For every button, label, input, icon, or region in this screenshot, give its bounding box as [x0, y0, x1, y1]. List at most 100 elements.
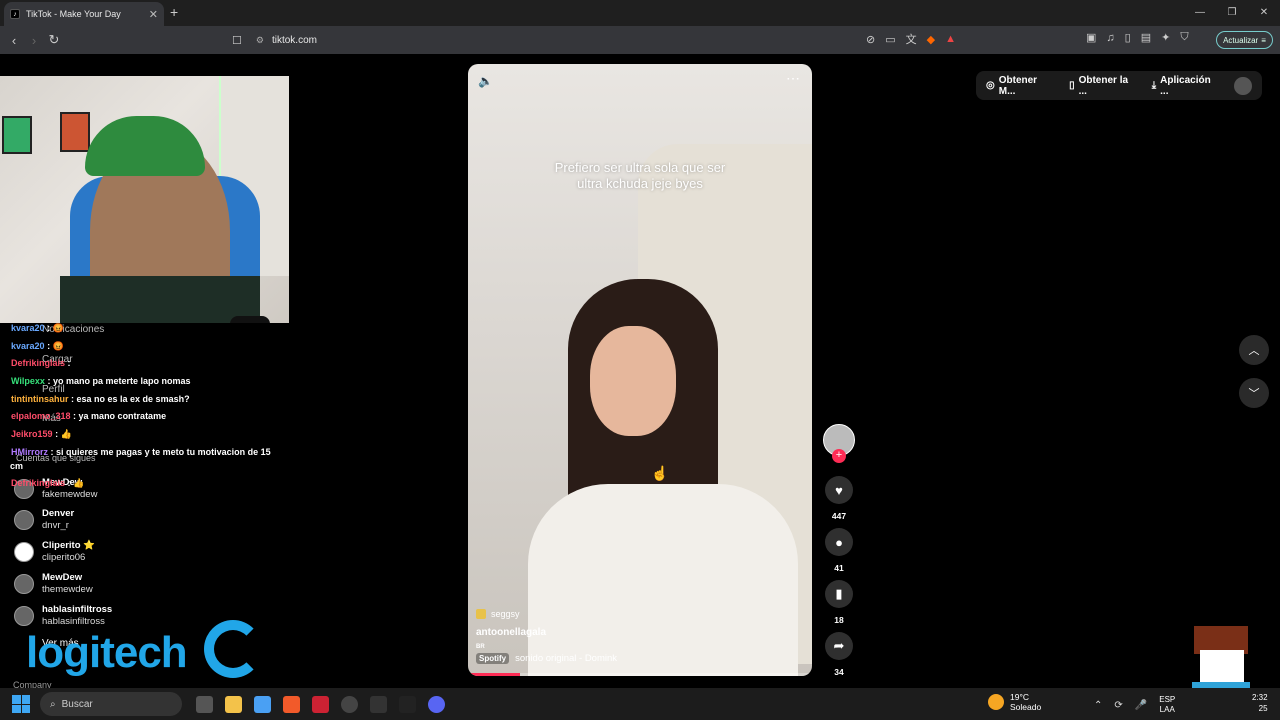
capcut-icon[interactable] — [370, 695, 387, 713]
chat-text: : — [67, 358, 71, 368]
chat-user: Defrikinglais — [11, 478, 66, 488]
site-info-icon[interactable]: ⚙ — [256, 35, 264, 46]
cast-icon[interactable]: ▭ — [885, 33, 895, 46]
following-handle: hablasinfiltross — [42, 616, 105, 627]
url-text[interactable]: tiktok.com — [272, 35, 317, 46]
chat-user: tintintinsahur — [11, 394, 69, 404]
region-badge: BR — [476, 644, 485, 650]
video-progress-bar[interactable] — [468, 673, 812, 676]
logitech-logo: logitech — [26, 628, 188, 677]
top-actions: ◎ Obtener M... ▯ Obtener la ... ⤓ Aplicació… — [976, 71, 1262, 100]
sun-icon — [988, 694, 1004, 710]
tiktok-favicon-icon: ♪ — [10, 9, 20, 19]
brave-shield-icon[interactable]: ◆ — [927, 33, 935, 46]
tag-label: seggsy — [491, 609, 520, 619]
tab-tiktok[interactable]: ♪ TikTok - Make Your Day ✕ — [4, 2, 164, 26]
discord-icon[interactable] — [428, 695, 445, 713]
brave-icon[interactable] — [283, 695, 300, 713]
sound-title[interactable]: sonido original - Domink — [515, 653, 617, 664]
following-item[interactable]: MewDew themewdew — [14, 572, 93, 596]
sidebar-icon[interactable]: ▯ — [1125, 31, 1131, 44]
chevron-up-icon[interactable]: ⌃ — [1094, 700, 1102, 711]
task-view-icon[interactable] — [196, 695, 213, 713]
chat-text: : esa no es la ex de smash? — [71, 394, 190, 404]
weather-widget[interactable]: 19°C Soleado — [988, 692, 1041, 712]
eye-off-icon[interactable]: ⊘ — [866, 33, 875, 46]
brave-rewards-icon[interactable]: ▲ — [945, 33, 956, 45]
new-tab-button[interactable]: + — [170, 4, 178, 20]
obs-icon[interactable] — [341, 695, 358, 713]
leo-ai-icon[interactable]: ✦ — [1161, 31, 1170, 44]
chat-text: : 😡 — [47, 323, 64, 333]
streamer-shirt — [60, 276, 260, 323]
back-icon[interactable]: ‹ — [4, 33, 24, 48]
language-indicator[interactable]: ESP LAA — [1159, 695, 1175, 715]
green-cap — [85, 116, 205, 176]
clock-time: 2:32 — [1252, 693, 1268, 702]
minimize-button[interactable]: — — [1184, 0, 1216, 26]
desktop-app-label: Aplicación ... — [1160, 74, 1211, 97]
video-sound[interactable]: Spotify sonido original - Domink — [476, 653, 617, 664]
close-window-button[interactable]: ✕ — [1248, 0, 1280, 26]
save-button[interactable]: ▮ — [825, 580, 853, 608]
taskbar-clock[interactable]: 2:32 25 — [1252, 692, 1268, 714]
system-tray: ⌃ ⟳ 🎤 ESP LAA — [1094, 695, 1175, 715]
video-tag[interactable]: seggsy — [476, 609, 617, 619]
bookmark-icon[interactable]: ☐ — [232, 34, 242, 47]
logitech-ghub-icon[interactable] — [399, 695, 416, 713]
volume-icon[interactable]: 🔈 — [478, 74, 493, 88]
store-icon[interactable] — [254, 695, 271, 713]
chat-text: : 👍 — [55, 429, 72, 439]
chat-user: HMirrorz — [11, 447, 49, 457]
chat-text: : si quieres me pagas y te meto tu motiv… — [50, 447, 271, 457]
following-item[interactable]: Cliperito ⭐ cliperito06 — [14, 540, 95, 564]
file-explorer-icon[interactable] — [225, 695, 242, 713]
chat-text: : 😡 — [47, 341, 64, 351]
chat-message: tintintinsahur : esa no es la ex de smas… — [11, 394, 190, 404]
next-video-button[interactable]: ﹀ — [1239, 378, 1269, 408]
music-icon[interactable]: ♫ — [1106, 32, 1114, 44]
previous-video-button[interactable]: ︿ — [1239, 335, 1269, 365]
translate-icon[interactable]: 文 — [906, 31, 917, 47]
coin-icon: ◎ — [986, 80, 995, 91]
get-coins-button[interactable]: ◎ Obtener M... — [986, 75, 1055, 97]
sync-icon[interactable]: ⟳ — [1114, 700, 1122, 711]
forward-icon[interactable]: › — [24, 33, 44, 48]
update-button[interactable]: Actualizar ≡ — [1216, 31, 1273, 49]
tab-search-icon[interactable]: ▣ — [1086, 31, 1096, 44]
taskbar-search[interactable]: ⌕ Buscar — [40, 692, 182, 716]
comment-button[interactable]: ● — [825, 528, 853, 556]
get-app-button[interactable]: ▯ Obtener la ... — [1069, 75, 1138, 97]
caption-line: ultra kchuda jeje byes — [577, 176, 703, 191]
update-label: Actualizar — [1223, 35, 1259, 45]
menu-icon: ≡ — [1261, 35, 1266, 45]
following-item[interactable]: Denver dnvr_r — [14, 508, 74, 532]
logitech-g-icon — [204, 620, 262, 678]
windows-start-icon[interactable] — [12, 695, 30, 713]
lang-code: ESP — [1159, 695, 1176, 704]
wallet-icon[interactable]: ▤ — [1141, 31, 1151, 44]
video-author[interactable]: antoonellagala — [476, 627, 617, 638]
share-button[interactable]: ➦ — [825, 632, 853, 660]
following-item[interactable]: hablasinfiltross hablasinfiltross — [14, 604, 112, 628]
maximize-button[interactable]: ❐ — [1216, 0, 1248, 26]
spotify-badge[interactable]: Spotify — [476, 653, 510, 664]
mouse-cursor-icon: ☝ — [651, 465, 669, 481]
voicemod-icon[interactable] — [312, 695, 329, 713]
video-person-face — [590, 326, 676, 436]
video-player[interactable]: 🔈 ⋯ Prefiero ser ultra sola que ser ultr… — [468, 64, 812, 676]
follow-plus-icon[interactable]: + — [832, 449, 846, 463]
mic-icon[interactable]: 🎤 — [1135, 700, 1147, 711]
more-options-icon[interactable]: ⋯ — [786, 70, 800, 87]
avatar — [14, 606, 34, 626]
profile-avatar[interactable] — [1234, 76, 1252, 95]
tab-close-icon[interactable]: ✕ — [149, 8, 158, 21]
chat-message: cm — [10, 461, 23, 471]
vpn-icon[interactable]: ⛉ — [1180, 31, 1188, 44]
chat-user: elpalomo_318 — [11, 411, 71, 421]
chat-message: Jeikro159 : 👍 — [11, 429, 72, 440]
reload-icon[interactable]: ↻ — [44, 32, 64, 48]
desktop-app-button[interactable]: ⤓ Aplicación ... — [1152, 75, 1221, 97]
like-button[interactable]: ♥ — [825, 476, 853, 504]
video-caption: Prefiero ser ultra sola que ser ultra kc… — [468, 160, 812, 192]
